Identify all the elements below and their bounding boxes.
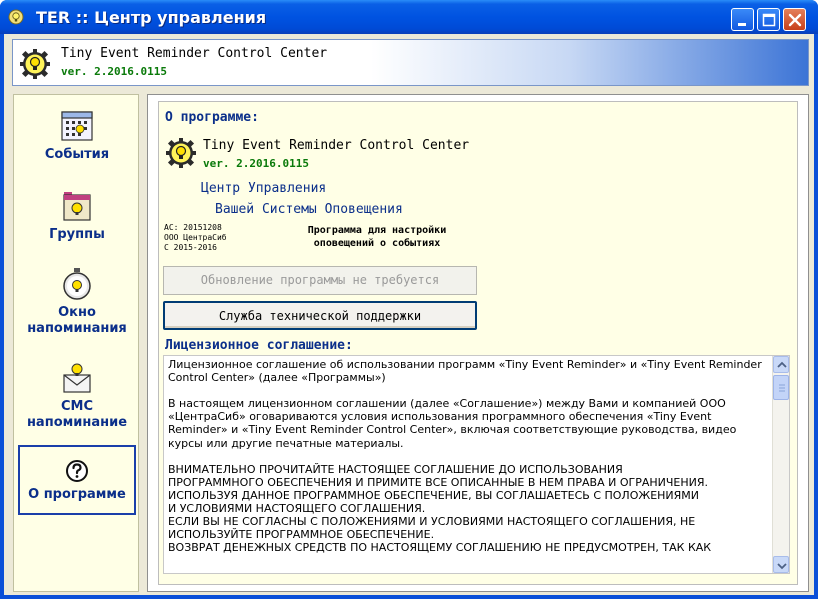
support-button[interactable]: Служба технической поддержки bbox=[163, 301, 477, 330]
folder-icon bbox=[63, 192, 91, 221]
license-scrollbar[interactable] bbox=[772, 356, 789, 573]
about-panel: О программе: Tiny Event Reminder Control… bbox=[158, 101, 798, 585]
meta-copyright: C 2015-2016 bbox=[164, 243, 217, 252]
license-text: Лицензионное соглашение об использовании… bbox=[168, 358, 771, 568]
maximize-button[interactable] bbox=[757, 8, 780, 31]
tagline-line-2: Вашей Системы Оповещения bbox=[215, 202, 403, 217]
sidebar-item-label: События bbox=[44, 147, 110, 162]
window-client-area: Tiny Event Reminder Control Center ver. … bbox=[4, 34, 814, 595]
scroll-thumb[interactable] bbox=[773, 375, 789, 400]
about-section-title: О программе: bbox=[165, 110, 259, 125]
sidebar: События Группы Окно напоминания СМС напо… bbox=[13, 94, 139, 592]
lightbulb-gear-icon bbox=[166, 138, 196, 168]
main-panel: О программе: Tiny Event Reminder Control… bbox=[147, 94, 809, 592]
license-textarea[interactable]: Лицензионное соглашение об использовании… bbox=[163, 355, 790, 574]
stopwatch-icon bbox=[63, 268, 91, 300]
scroll-up-button[interactable] bbox=[773, 356, 789, 373]
calendar-icon bbox=[61, 111, 93, 141]
sidebar-item-label: Окно напоминания bbox=[27, 305, 127, 336]
license-paragraph: ВНИМАТЕЛЬНО ПРОЧИТАЙТЕ НАСТОЯЩЕЕ СОГЛАШЕ… bbox=[168, 462, 712, 555]
chevron-down-icon bbox=[777, 563, 787, 570]
question-icon bbox=[66, 460, 88, 482]
license-paragraph: В настоящем лицензионном соглашении (дал… bbox=[168, 397, 737, 450]
sidebar-item-about[interactable]: О программе bbox=[18, 445, 136, 515]
lightbulb-gear-icon bbox=[20, 49, 50, 79]
sidebar-item-reminder-window[interactable]: Окно напоминания bbox=[18, 267, 136, 337]
about-app-name: Tiny Event Reminder Control Center bbox=[203, 138, 470, 153]
sidebar-item-events[interactable]: События bbox=[18, 109, 136, 163]
program-description: Программа для настройки оповещений о соб… bbox=[307, 225, 447, 249]
title-bar[interactable]: TER :: Центр управления bbox=[0, 0, 818, 34]
grip-icon bbox=[779, 384, 785, 392]
about-version: ver. 2.2016.0115 bbox=[203, 157, 309, 170]
scroll-down-button[interactable] bbox=[773, 556, 789, 573]
update-button[interactable]: Обновление программы не требуется bbox=[163, 266, 477, 295]
sidebar-item-label: О программе bbox=[28, 487, 126, 502]
sidebar-item-sms-reminder[interactable]: СМС напоминание bbox=[18, 361, 136, 431]
maximize-icon bbox=[762, 13, 776, 27]
sidebar-item-groups[interactable]: Группы bbox=[18, 189, 136, 243]
sidebar-item-label: СМС напоминание bbox=[26, 399, 128, 430]
header-version: ver. 2.2016.0115 bbox=[61, 65, 167, 78]
close-button[interactable] bbox=[783, 8, 806, 31]
license-paragraph: Лицензионное соглашение об использовании… bbox=[168, 358, 762, 385]
minimize-icon bbox=[738, 23, 746, 26]
meta-ac: AC: 20151208 bbox=[164, 223, 222, 232]
app-icon bbox=[8, 9, 24, 25]
minimize-button[interactable] bbox=[731, 8, 754, 31]
window-title: TER :: Центр управления bbox=[36, 8, 267, 27]
header-banner: Tiny Event Reminder Control Center ver. … bbox=[12, 39, 809, 86]
tagline-line-1: Центр Управления bbox=[201, 181, 327, 196]
chevron-up-icon bbox=[777, 361, 787, 368]
meta-org: ООО ЦентраСиб bbox=[164, 233, 227, 242]
sidebar-item-label: Группы bbox=[49, 227, 105, 242]
header-app-name: Tiny Event Reminder Control Center bbox=[61, 46, 328, 61]
close-icon bbox=[788, 13, 802, 27]
app-window: TER :: Центр управления Tiny Event Remin… bbox=[0, 0, 818, 599]
sms-envelope-icon bbox=[63, 363, 91, 393]
license-section-title: Лицензионное соглашение: bbox=[165, 338, 353, 353]
